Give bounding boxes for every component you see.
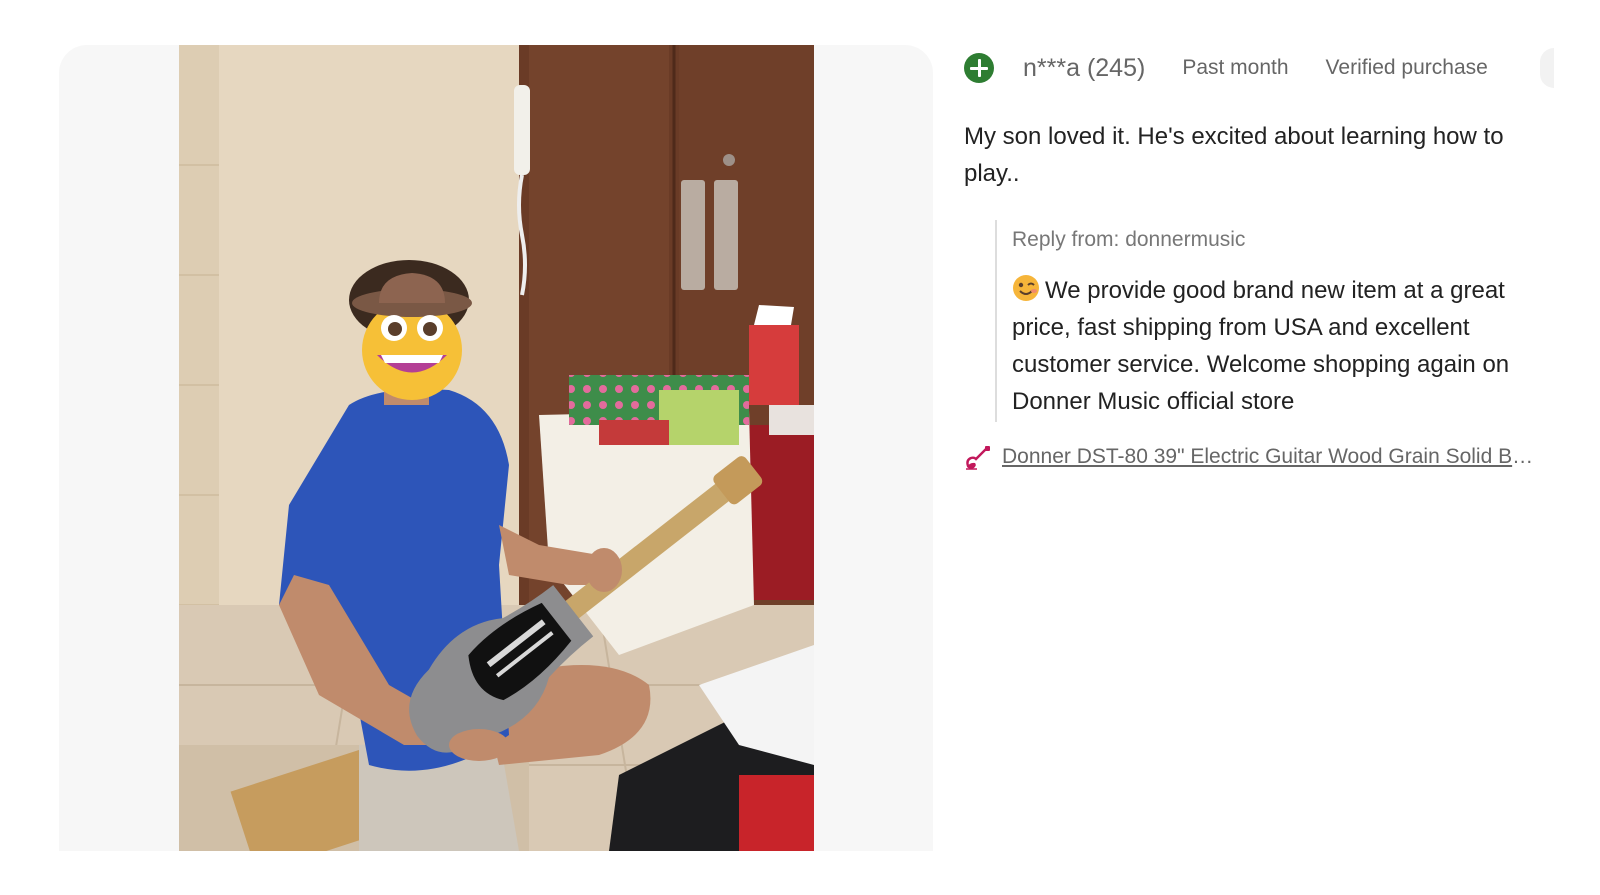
reply-from-label: Reply from: donnermusic: [1012, 228, 1246, 251]
review-page: n***a (245) Past month Verified purchase…: [0, 0, 1600, 895]
review-photo[interactable]: [179, 45, 814, 851]
review-text: My son loved it. He's excited about lear…: [964, 123, 1504, 187]
review-meta: n***a (245) Past month Verified purchase: [964, 45, 1554, 91]
reply-text: We provide good brand new item at a grea…: [1012, 277, 1510, 415]
review-date: Past month: [1182, 56, 1289, 79]
reply-text-block: We provide good brand new item at a grea…: [1012, 272, 1554, 420]
verified-purchase-label: Verified purchase: [1325, 56, 1488, 79]
reviewer-name[interactable]: n***a (245): [1023, 54, 1145, 83]
product-name[interactable]: Donner DST-80 39" Electric Guitar Wood G…: [1002, 445, 1542, 469]
product-link[interactable]: Donner DST-80 39" Electric Guitar Wood G…: [964, 444, 1554, 470]
review-photo-panel: [59, 45, 933, 851]
reviewer-avatar-plus-icon: [964, 53, 994, 83]
winking-face-icon: [1013, 275, 1039, 301]
guitar-icon: [966, 446, 990, 470]
seller-reply: Reply from: donnermusic We provide good …: [995, 220, 1554, 422]
more-options-button[interactable]: [1540, 48, 1554, 88]
review-content: n***a (245) Past month Verified purchase…: [964, 45, 1554, 470]
